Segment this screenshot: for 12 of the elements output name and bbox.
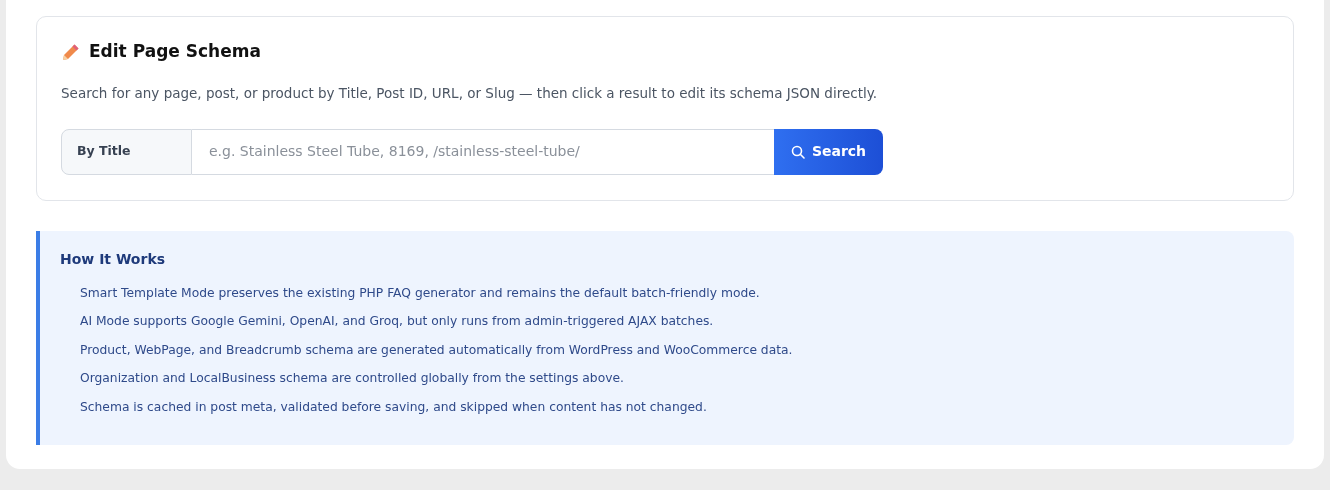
info-item: Product, WebPage, and Breadcrumb schema are generated automatically from WordPress and WooCommerce data.: [80, 341, 794, 359]
info-item: AI Mode supports Google Gemini, OpenAI, and Groq, but only runs from admin-triggered AJAX batches.: [80, 313, 715, 331]
search-mode-label: By Title: [61, 128, 192, 175]
description-text: Search for any page, post, or product by Title, Post ID, URL, or Slug — then click a result to edit its schema JSON directly.: [61, 83, 879, 103]
search-field[interactable]: e.g. Stainless Steel Tube, 8169, /stainless-steel-tube/: [192, 128, 774, 175]
info-item: Smart Template Mode preserves the existing PHP FAQ generator and remains the default batch-friendly mode.: [80, 284, 761, 302]
info-item: Organization and LocalBusiness schema are controlled globally from the settings above.: [80, 370, 625, 388]
info-title: How It Works: [60, 249, 167, 269]
search-button[interactable]: Search: [774, 128, 883, 175]
section-title: Edit Page Schema: [89, 40, 261, 63]
info-item: Schema is cached in post meta, validated before saving, and skipped when content has not changed.: [80, 398, 708, 416]
search-icon: [790, 144, 805, 159]
